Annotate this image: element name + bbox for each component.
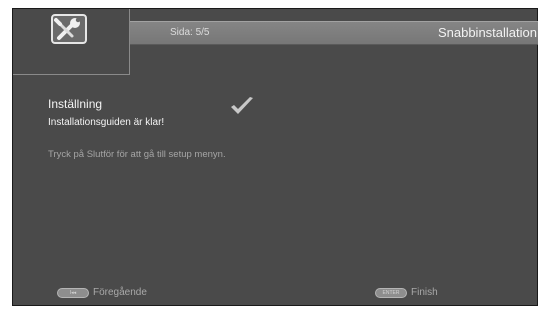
page-title: Snabbinstallation	[437, 25, 537, 40]
previous-button[interactable]: I◂◂ Föregående	[57, 287, 147, 298]
setting-subtitle: Installationsguiden är klar!	[48, 117, 165, 128]
instruction-text: Tryck på Slutför för att gå till setup m…	[48, 149, 226, 160]
setup-screen: Sida: 5/5 Snabbinstallation Inställning …	[0, 0, 544, 312]
page-indicator: Sida: 5/5	[170, 27, 210, 38]
setting-heading: Inställning	[48, 97, 103, 111]
enter-key-icon: ENTER	[375, 287, 407, 298]
previous-label: Föregående	[93, 287, 147, 298]
header-bar: Sida: 5/5 Snabbinstallation	[130, 21, 538, 45]
section-icon-box	[13, 9, 130, 75]
wrench-icon	[51, 14, 87, 44]
setup-panel: Sida: 5/5 Snabbinstallation Inställning …	[12, 8, 538, 306]
finish-button[interactable]: ENTER Finish	[375, 287, 438, 298]
checkmark-icon	[231, 97, 253, 114]
previous-key-icon: I◂◂	[57, 287, 89, 298]
finish-label: Finish	[411, 287, 438, 298]
